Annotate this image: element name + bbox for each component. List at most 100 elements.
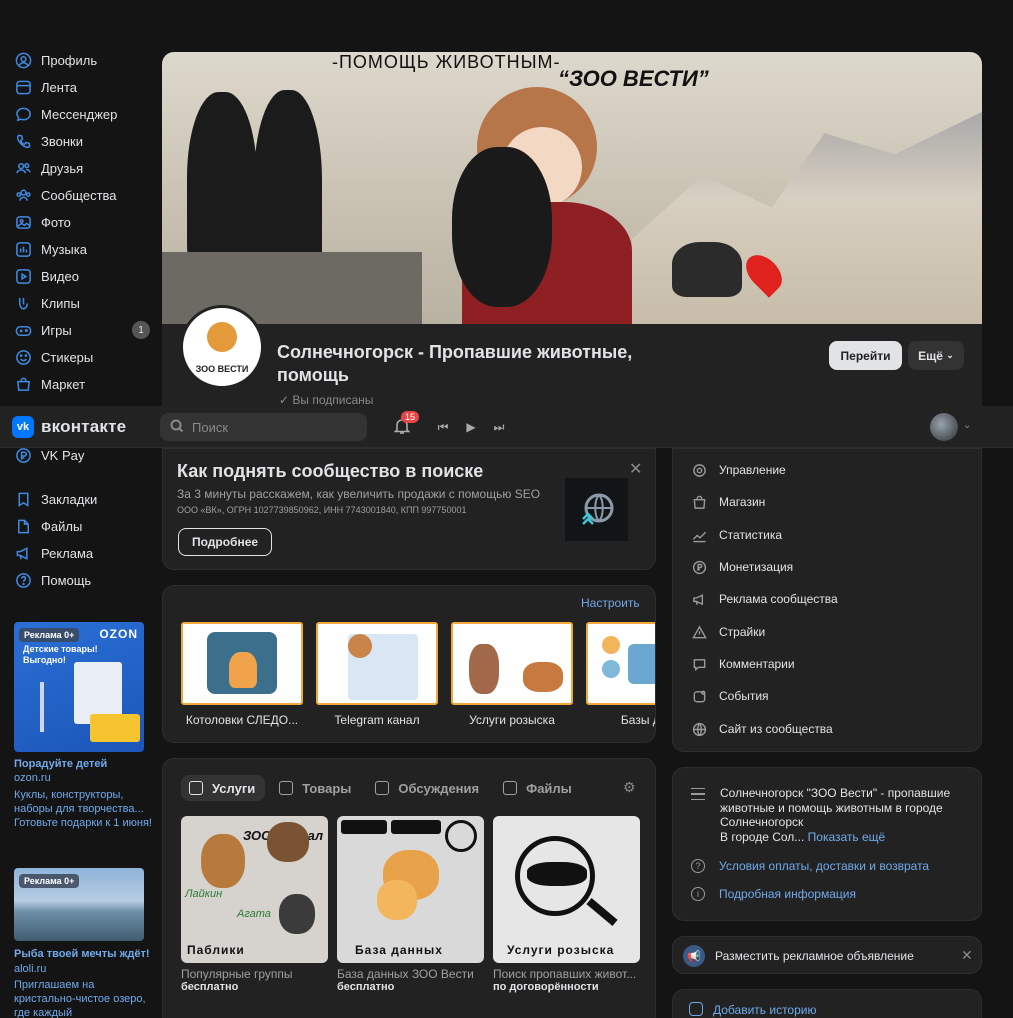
menu-item-shop[interactable]: Магазин <box>691 491 765 513</box>
sidebar-item-files[interactable]: Файлы <box>14 515 154 537</box>
game-icon <box>14 321 32 339</box>
dog-image <box>523 662 563 692</box>
notifications-button[interactable]: 15 <box>392 411 420 438</box>
gear-icon <box>691 462 707 478</box>
sidebar-item-video[interactable]: Видео <box>14 265 154 287</box>
vk-logo[interactable]: vk вконтакте <box>12 416 126 438</box>
cat-silhouette <box>527 862 587 886</box>
tab-discussions[interactable]: Обсуждения <box>367 775 489 801</box>
story-card[interactable]: Добавить историю <box>672 989 982 1018</box>
search-input[interactable] <box>192 419 352 435</box>
megaphone-icon <box>14 544 32 562</box>
link-tile[interactable]: Telegram канал <box>316 622 438 727</box>
group-avatar[interactable]: ЗОО ВЕСТИ <box>180 305 264 389</box>
user-circle-icon <box>14 51 32 69</box>
chevron-down-icon: ⌄ <box>946 350 954 360</box>
play-icon[interactable]: ▶ <box>464 419 478 435</box>
ad-banner-ozon[interactable]: Реклама 0+ OZON Детские товары! Выгодно! <box>14 622 144 752</box>
promo-more-button[interactable]: Подробнее <box>178 528 272 556</box>
admin-menu-card: Управление Магазин Статистика Монетизаци… <box>672 448 982 752</box>
sidebar-item-stickers[interactable]: Стикеры <box>14 346 154 368</box>
sidebar-item-clips[interactable]: Клипы <box>14 292 154 314</box>
subscribed-status[interactable]: ✓ Вы подписаны <box>279 393 373 407</box>
tab-products[interactable]: Товары <box>271 775 361 801</box>
menu-item-manage[interactable]: Управление <box>691 459 786 481</box>
service-image-label: Услуги розыска <box>507 943 615 957</box>
group-avatar-text: ЗОО ВЕСТИ <box>195 364 249 374</box>
globe-icon <box>581 493 613 525</box>
close-icon[interactable]: ✕ <box>629 459 642 479</box>
sidebar-item-bookmarks[interactable]: Закладки <box>14 488 154 510</box>
ad-label: Реклама 0+ <box>19 874 80 888</box>
photo-icon <box>14 213 32 231</box>
go-button[interactable]: Перейти <box>829 341 902 370</box>
ad-banner-fishing[interactable]: Реклама 0+ <box>14 868 144 941</box>
menu-item-stats[interactable]: Статистика <box>691 524 782 546</box>
configure-links-button[interactable]: Настроить <box>581 596 640 610</box>
sidebar-item-calls[interactable]: Звонки <box>14 130 154 152</box>
link-tile[interactable]: Услуги розыска <box>451 622 573 727</box>
sidebar-item-profile[interactable]: Профиль <box>14 49 154 71</box>
sidebar-item-friends[interactable]: Друзья <box>14 157 154 179</box>
menu-item-community-ads[interactable]: Реклама сообщества <box>691 588 838 610</box>
menu-item-comments[interactable]: Комментарии <box>691 653 795 675</box>
sidebar-item-games[interactable]: Игры 1 <box>14 319 154 341</box>
service-price: бесплатно <box>337 981 395 993</box>
person-image <box>348 634 372 658</box>
service-item[interactable]: ЗОО журнал Лайкин Агата Паблики Популярн… <box>181 816 328 993</box>
community-icon <box>14 186 32 204</box>
link-tile[interactable]: Базы дан <box>586 622 655 727</box>
ad-text[interactable]: Приглашаем на кристально-чистое озеро, г… <box>14 978 154 1018</box>
check-icon: ✓ <box>279 393 290 407</box>
vk-logo-icon: vk <box>12 416 34 438</box>
tab-services[interactable]: Услуги <box>181 775 266 801</box>
gear-icon[interactable]: ⚙ <box>623 779 636 796</box>
menu-item-strikes[interactable]: Страйки <box>691 621 765 643</box>
ad-domain[interactable]: aloli.ru <box>14 963 46 975</box>
ad-domain[interactable]: ozon.ru <box>14 772 51 784</box>
service-item[interactable]: База данных База данных ЗОО Вести беспла… <box>337 816 484 993</box>
sidebar-item-label: Профиль <box>41 52 98 68</box>
next-track-icon[interactable]: ⏭ <box>492 419 506 435</box>
description-preview: В городе Сол... <box>720 829 805 844</box>
service-image: ЗОО журнал Лайкин Агата Паблики <box>181 816 328 963</box>
ad-title[interactable]: Порадуйте детей <box>14 758 154 770</box>
sidebar-item-communities[interactable]: Сообщества <box>14 184 154 206</box>
sidebar-item-messenger[interactable]: Мессенджер <box>14 103 154 125</box>
ad-label: Реклама 0+ <box>19 628 80 642</box>
bag-icon <box>691 494 707 510</box>
sidebar-item-ads[interactable]: Реклама <box>14 542 154 564</box>
ad-text[interactable]: Куклы, конструкторы, наборы для творчест… <box>14 788 154 830</box>
menu-item-monetization[interactable]: Монетизация <box>691 556 793 578</box>
sidebar-item-market[interactable]: Маркет <box>14 373 154 395</box>
link-tile[interactable]: Котоловки СЛЕДО... <box>181 622 303 727</box>
sidebar-item-news[interactable]: Лента <box>14 76 154 98</box>
description-icon <box>691 788 705 800</box>
details-link[interactable]: i Подробная информация <box>691 887 856 901</box>
search-icon <box>170 419 184 436</box>
sidebar-item-help[interactable]: Помощь <box>14 569 154 591</box>
vkpay-icon <box>14 446 32 464</box>
menu-item-label: Страйки <box>719 625 766 639</box>
previous-track-icon[interactable]: ⏮ <box>436 419 450 435</box>
more-button[interactable]: Ещё ⌄ <box>908 341 964 370</box>
scooter-image <box>40 682 44 732</box>
service-item[interactable]: Услуги розыска Поиск пропавших живот... … <box>493 816 640 993</box>
menu-item-events[interactable]: События <box>691 685 769 707</box>
close-icon[interactable]: ✕ <box>961 947 973 964</box>
sticker-icon <box>14 348 32 366</box>
place-ad-card[interactable]: 📢 Разместить рекламное объявление ✕ <box>672 936 982 974</box>
tab-files[interactable]: Файлы <box>495 775 582 801</box>
payment-terms-link[interactable]: ? Условия оплаты, доставки и возврата <box>691 859 929 873</box>
bookmark-icon <box>14 490 32 508</box>
show-more-link[interactable]: Показать ещё <box>808 830 886 844</box>
ad-title[interactable]: Рыба твоей мечты ждёт! <box>14 948 154 960</box>
cat-logo-image <box>377 880 417 920</box>
sidebar-item-photos[interactable]: Фото <box>14 211 154 233</box>
menu-item-site[interactable]: Сайт из сообщества <box>691 718 833 740</box>
search-box[interactable] <box>160 413 367 441</box>
chevron-down-icon[interactable]: ⌄ <box>963 420 971 431</box>
link-caption: Telegram канал <box>334 713 420 727</box>
user-avatar[interactable] <box>930 413 958 441</box>
sidebar-item-music[interactable]: Музыка <box>14 238 154 260</box>
